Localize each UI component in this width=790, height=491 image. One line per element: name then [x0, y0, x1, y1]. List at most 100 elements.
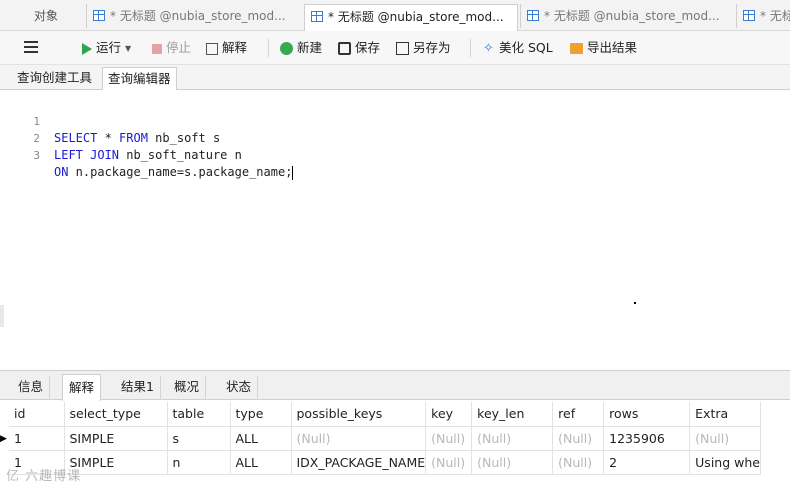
- save-button[interactable]: 保存: [338, 39, 380, 57]
- current-row-indicator: ▶: [0, 434, 7, 444]
- run-button[interactable]: 运行 ▼: [82, 39, 131, 57]
- table-row[interactable]: 1 SIMPLE n ALL IDX_PACKAGE_NAME (Null) (…: [9, 450, 761, 475]
- sql-keyword: LEFT JOIN: [54, 148, 120, 162]
- export-results-label: 导出结果: [587, 40, 638, 55]
- query-toolbar: 运行 ▼ 停止 解释 新建 保存 另存为 ✧ 美化 SQL 导出结果: [0, 31, 790, 65]
- toolbar-divider: [470, 39, 471, 57]
- tab-query-3-label: * 无标题 @nubia_store_mod...: [544, 9, 720, 23]
- hamburger-menu-icon[interactable]: [24, 41, 38, 53]
- magic-wand-icon: ✧: [483, 41, 494, 56]
- column-header[interactable]: id: [9, 402, 65, 427]
- column-header[interactable]: key: [425, 402, 473, 427]
- run-label: 运行: [96, 40, 122, 55]
- cell-extra[interactable]: Using whe: [689, 450, 761, 475]
- watermark: 亿 六趣博课: [6, 469, 82, 484]
- cell-select-type[interactable]: SIMPLE: [64, 426, 168, 451]
- explain-icon: [206, 42, 218, 55]
- tab-objects[interactable]: 对象: [26, 4, 70, 28]
- stop-button[interactable]: 停止: [152, 39, 191, 57]
- cell-key[interactable]: (Null): [425, 426, 473, 451]
- tab-profile[interactable]: 概况: [168, 376, 207, 400]
- new-label: 新建: [297, 40, 323, 55]
- new-button[interactable]: 新建: [280, 39, 322, 57]
- save-label: 保存: [355, 40, 381, 55]
- cell-table[interactable]: s: [167, 426, 231, 451]
- beautify-sql-label: 美化 SQL: [499, 40, 553, 55]
- code-line: 2 LEFT JOIN nb_soft_nature n: [0, 113, 790, 162]
- cell-table[interactable]: n: [167, 450, 231, 475]
- cell-key[interactable]: (Null): [425, 450, 473, 475]
- export-icon: [570, 43, 583, 54]
- cell-rows[interactable]: 2: [603, 450, 691, 475]
- tab-info[interactable]: 信息: [12, 376, 51, 400]
- beautify-sql-button[interactable]: ✧ 美化 SQL: [482, 39, 553, 57]
- tab-query-2[interactable]: * 无标题 @nubia_store_mod...: [304, 4, 518, 31]
- save-as-button[interactable]: 另存为: [396, 39, 451, 57]
- column-header[interactable]: type: [230, 402, 292, 427]
- sql-keyword: ON: [54, 165, 69, 179]
- cell-key-len[interactable]: (Null): [471, 426, 554, 451]
- tab-query-4-label: * 无标: [760, 9, 790, 23]
- stop-label: 停止: [166, 40, 192, 55]
- column-header[interactable]: ref: [552, 402, 605, 427]
- play-icon: [82, 42, 92, 55]
- explain-label: 解释: [222, 40, 248, 55]
- document-tab-bar: 对象 * 无标题 @nubia_store_mod... * 无标题 @nubi…: [0, 0, 790, 31]
- cell-type[interactable]: ALL: [230, 450, 292, 475]
- tab-query-1-label: * 无标题 @nubia_store_mod...: [110, 9, 286, 23]
- query-table-icon: [311, 11, 323, 22]
- column-header[interactable]: table: [167, 402, 231, 427]
- editor-mode-tabs: 查询创建工具 查询编辑器: [0, 65, 790, 90]
- save-as-label: 另存为: [413, 40, 451, 55]
- toolbar-divider: [268, 39, 269, 57]
- cell-possible-keys[interactable]: IDX_PACKAGE_NAME: [291, 450, 427, 475]
- query-table-icon: [743, 10, 755, 21]
- tab-status[interactable]: 状态: [220, 376, 259, 400]
- column-header[interactable]: Extra: [689, 402, 761, 427]
- tab-query-editor[interactable]: 查询编辑器: [102, 67, 177, 90]
- code-line: 3 ON n.package_name=s.package_name;: [0, 130, 790, 180]
- column-header[interactable]: rows: [603, 402, 691, 427]
- result-tab-bar: 信息 解释 结果1 概况 状态: [0, 370, 790, 401]
- column-header[interactable]: possible_keys: [291, 402, 427, 427]
- cell-possible-keys[interactable]: (Null): [291, 426, 427, 451]
- sql-text: nb_soft_nature n: [119, 148, 242, 162]
- code-line: 1 SELECT * FROM nb_soft s: [0, 96, 790, 145]
- cell-ref[interactable]: (Null): [552, 450, 605, 475]
- tab-explain[interactable]: 解释: [62, 374, 102, 401]
- chevron-down-icon[interactable]: ▼: [125, 40, 131, 58]
- code-text: ON n.package_name=s.package_name;: [54, 164, 294, 181]
- explain-result-grid: id select_type table type possible_keys …: [9, 402, 761, 475]
- column-header[interactable]: key_len: [471, 402, 554, 427]
- cell-rows[interactable]: 1235906: [603, 426, 691, 451]
- query-table-icon: [527, 10, 539, 21]
- grid-header-row: id select_type table type possible_keys …: [9, 402, 761, 427]
- cell-id[interactable]: 1: [9, 426, 65, 451]
- stop-icon: [152, 43, 162, 54]
- cell-extra[interactable]: (Null): [689, 426, 761, 451]
- code-text: LEFT JOIN nb_soft_nature n: [54, 147, 242, 164]
- cell-type[interactable]: ALL: [230, 426, 292, 451]
- query-table-icon: [93, 10, 105, 21]
- table-row[interactable]: 1 SIMPLE s ALL (Null) (Null) (Null) (Nul…: [9, 426, 761, 451]
- explain-button[interactable]: 解释: [206, 39, 247, 57]
- tab-query-2-label: * 无标题 @nubia_store_mod...: [328, 10, 504, 24]
- tab-result-1[interactable]: 结果1: [115, 376, 161, 400]
- new-query-icon: [280, 42, 293, 55]
- sql-text: n.package_name=s.package_name;: [68, 165, 293, 179]
- save-as-icon: [396, 42, 409, 55]
- stray-dot: [634, 302, 636, 304]
- tab-query-1[interactable]: * 无标题 @nubia_store_mod...: [86, 4, 302, 28]
- tab-query-3[interactable]: * 无标题 @nubia_store_mod...: [520, 4, 734, 28]
- tab-query-builder[interactable]: 查询创建工具: [12, 67, 97, 89]
- column-header[interactable]: select_type: [64, 402, 168, 427]
- tab-query-4[interactable]: * 无标: [736, 4, 790, 28]
- cell-ref[interactable]: (Null): [552, 426, 605, 451]
- export-results-button[interactable]: 导出结果: [570, 39, 637, 57]
- sql-editor[interactable]: 1 SELECT * FROM nb_soft s 2 LEFT JOIN nb…: [0, 90, 790, 370]
- line-number: 3: [33, 149, 40, 162]
- save-icon: [338, 42, 351, 55]
- cell-key-len[interactable]: (Null): [471, 450, 554, 475]
- text-cursor: [292, 165, 294, 180]
- splitter-handle[interactable]: [0, 305, 4, 327]
